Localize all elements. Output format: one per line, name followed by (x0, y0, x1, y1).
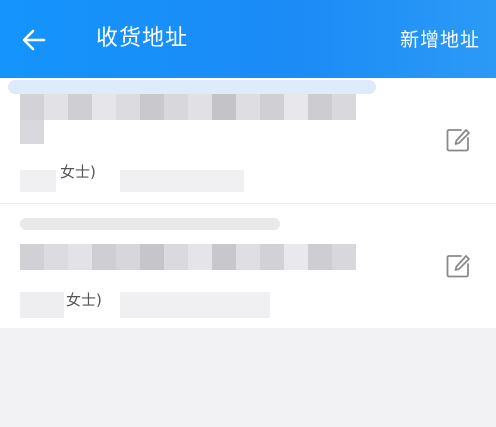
contact-name: 女士) (60, 163, 96, 181)
app-header: 收货地址 新增地址 (0, 0, 496, 78)
redacted-phone-block (120, 292, 270, 318)
redacted-header-strip (20, 218, 280, 230)
page-title: 收货地址 (96, 26, 189, 51)
empty-background (0, 328, 496, 427)
address-item[interactable]: 女士) (0, 203, 496, 328)
redacted-address-line (20, 94, 370, 120)
edit-pencil-icon (446, 129, 470, 152)
address-list: 女士) 女士) (0, 78, 496, 328)
redacted-address-line-2 (20, 120, 44, 144)
edit-address-button[interactable] (444, 252, 472, 280)
edit-address-button[interactable] (444, 126, 472, 154)
back-button[interactable] (14, 22, 54, 58)
edit-pencil-icon (446, 255, 470, 278)
arrow-left-icon (22, 29, 46, 51)
redacted-name-block (20, 170, 56, 192)
address-item[interactable]: 女士) (0, 78, 496, 203)
redacted-address-line (20, 244, 370, 270)
contact-name: 女士) (66, 291, 102, 309)
add-address-button[interactable]: 新增地址 (400, 26, 480, 54)
redacted-phone-block (120, 170, 244, 192)
redacted-header-strip (8, 80, 376, 94)
redacted-name-block (20, 292, 64, 318)
